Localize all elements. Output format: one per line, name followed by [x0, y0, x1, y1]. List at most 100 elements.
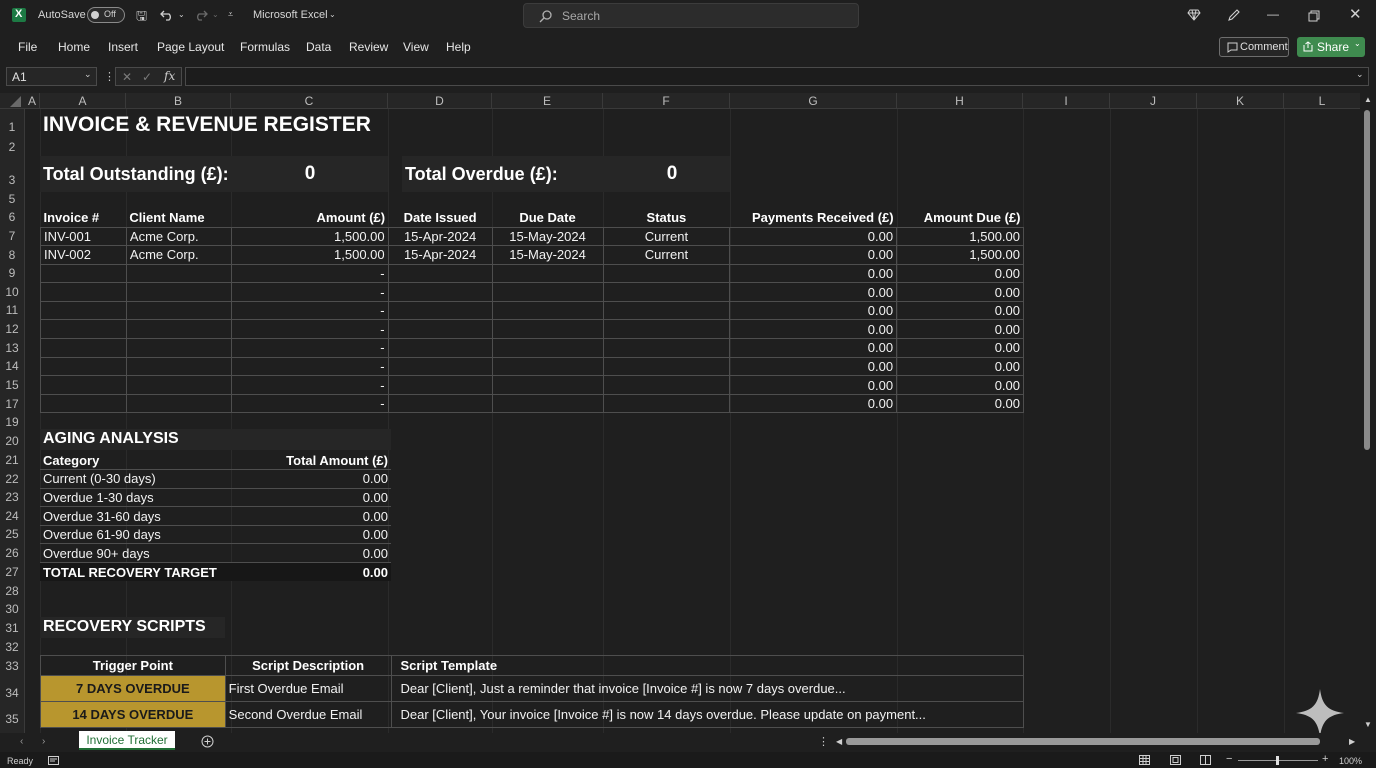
prev-sheet-icon[interactable]: ‹: [20, 736, 23, 747]
header-status[interactable]: Status: [603, 208, 730, 227]
cell[interactable]: 0.00: [729, 356, 898, 377]
title-dropdown-icon[interactable]: ⌄: [329, 11, 336, 19]
header-trigger-point[interactable]: Trigger Point: [40, 655, 226, 676]
share-button[interactable]: Share ⌄: [1297, 37, 1365, 57]
row-header[interactable]: 21: [0, 453, 24, 467]
row-header[interactable]: 30: [0, 602, 24, 616]
cell[interactable]: [491, 300, 604, 321]
header-script-description[interactable]: Script Description: [224, 655, 392, 676]
cell[interactable]: [602, 300, 731, 321]
page-layout-view-icon[interactable]: [1170, 755, 1181, 765]
cell[interactable]: [125, 263, 232, 284]
pen-icon[interactable]: [1227, 8, 1241, 22]
total-overdue-box[interactable]: Total Overdue (£): 0: [402, 156, 730, 192]
header-payments-received[interactable]: Payments Received (£): [730, 208, 897, 227]
aging-header-category[interactable]: Category: [40, 451, 231, 471]
row-header[interactable]: 6: [0, 210, 24, 224]
cell[interactable]: First Overdue Email: [224, 675, 392, 702]
menu-review[interactable]: Review: [349, 40, 388, 54]
cell[interactable]: [40, 393, 127, 414]
cell[interactable]: [387, 319, 493, 340]
cell[interactable]: [125, 319, 232, 340]
row-header[interactable]: 8: [0, 248, 24, 262]
header-script-template[interactable]: Script Template: [390, 655, 1025, 676]
column-header-l[interactable]: L: [1284, 93, 1360, 109]
column-header-d[interactable]: D: [388, 93, 492, 109]
row-header[interactable]: 1: [0, 120, 24, 134]
row-header[interactable]: 26: [0, 546, 24, 560]
cell[interactable]: 0.00: [231, 525, 391, 545]
total-recovery-value[interactable]: 0.00: [231, 562, 391, 582]
cell[interactable]: -: [230, 282, 389, 302]
page-break-view-icon[interactable]: [1200, 755, 1211, 765]
vertical-scroll-thumb[interactable]: [1364, 110, 1370, 450]
menu-insert[interactable]: Insert: [108, 40, 138, 54]
row-header[interactable]: 23: [0, 490, 24, 504]
cell[interactable]: 0.00: [729, 300, 898, 321]
scroll-left-icon[interactable]: ◀: [836, 737, 842, 746]
cell[interactable]: 0.00: [729, 338, 898, 358]
column-header-h[interactable]: H: [897, 93, 1023, 109]
row-header[interactable]: 15: [0, 378, 24, 392]
cell[interactable]: [387, 393, 493, 414]
row-header[interactable]: 9: [0, 266, 24, 280]
cell[interactable]: INV-001: [40, 226, 127, 247]
cell[interactable]: [387, 338, 493, 358]
cell[interactable]: INV-002: [40, 245, 127, 265]
row-header[interactable]: 2: [0, 140, 24, 154]
header-amount[interactable]: Amount (£): [231, 208, 388, 227]
header-due-date[interactable]: Due Date: [492, 208, 603, 227]
accessibility-icon[interactable]: [48, 756, 59, 765]
cell[interactable]: 0.00: [896, 263, 1024, 284]
cell[interactable]: [602, 263, 731, 284]
zoom-in-icon[interactable]: +: [1322, 753, 1328, 765]
cell[interactable]: [491, 263, 604, 284]
row-header[interactable]: 10: [0, 285, 24, 299]
name-box-dropdown-icon[interactable]: ⌄: [84, 69, 92, 80]
cell[interactable]: Second Overdue Email: [224, 701, 392, 728]
cell[interactable]: Overdue 31-60 days: [40, 506, 231, 526]
cell[interactable]: [602, 356, 731, 377]
row-header[interactable]: 28: [0, 584, 24, 598]
zoom-slider-thumb[interactable]: [1276, 756, 1279, 765]
menu-view[interactable]: View: [403, 40, 429, 54]
cell[interactable]: -: [230, 263, 389, 284]
diamond-icon[interactable]: [1187, 8, 1201, 22]
column-header-e[interactable]: E: [492, 93, 603, 109]
sheet-title[interactable]: INVOICE & REVENUE REGISTER: [43, 113, 371, 137]
row-header[interactable]: 14: [0, 359, 24, 373]
header-invoice-number[interactable]: Invoice #: [41, 208, 127, 227]
row-header[interactable]: 22: [0, 472, 24, 486]
redo-icon[interactable]: [194, 9, 208, 21]
cell[interactable]: 0.00: [231, 488, 391, 508]
row-header[interactable]: 3: [0, 173, 24, 187]
column-header-c[interactable]: C: [231, 93, 388, 109]
column-header-g[interactable]: G: [730, 93, 897, 109]
row-header[interactable]: 35: [0, 712, 24, 726]
cell[interactable]: [387, 263, 493, 284]
cell[interactable]: Current (0-30 days): [40, 469, 231, 489]
row-header[interactable]: 33: [0, 659, 24, 673]
trigger-cell[interactable]: 14 DAYS OVERDUE: [40, 701, 226, 728]
cell[interactable]: 0.00: [896, 356, 1024, 377]
save-icon[interactable]: 🖫: [136, 9, 147, 22]
cell[interactable]: 0.00: [729, 226, 898, 247]
customize-qat-icon[interactable]: ⩡: [228, 10, 233, 19]
cell[interactable]: 15-Apr-2024: [387, 245, 493, 265]
add-sheet-icon[interactable]: [201, 735, 214, 748]
column-header-f[interactable]: F: [603, 93, 730, 109]
cell[interactable]: 0.00: [231, 506, 391, 526]
cell[interactable]: [40, 319, 127, 340]
cell[interactable]: 0.00: [896, 393, 1024, 414]
redo-dropdown-icon[interactable]: ⌄: [212, 11, 219, 19]
cell[interactable]: Dear [Client], Your invoice [Invoice #] …: [390, 701, 1025, 728]
cell[interactable]: Current: [602, 245, 731, 265]
cell[interactable]: [491, 356, 604, 377]
row-header[interactable]: 20: [0, 434, 24, 448]
cell[interactable]: 0.00: [896, 282, 1024, 302]
cell[interactable]: [602, 375, 731, 395]
cell[interactable]: [491, 393, 604, 414]
cell[interactable]: [602, 393, 731, 414]
menu-page-layout[interactable]: Page Layout: [157, 40, 224, 54]
cell[interactable]: [40, 282, 127, 302]
